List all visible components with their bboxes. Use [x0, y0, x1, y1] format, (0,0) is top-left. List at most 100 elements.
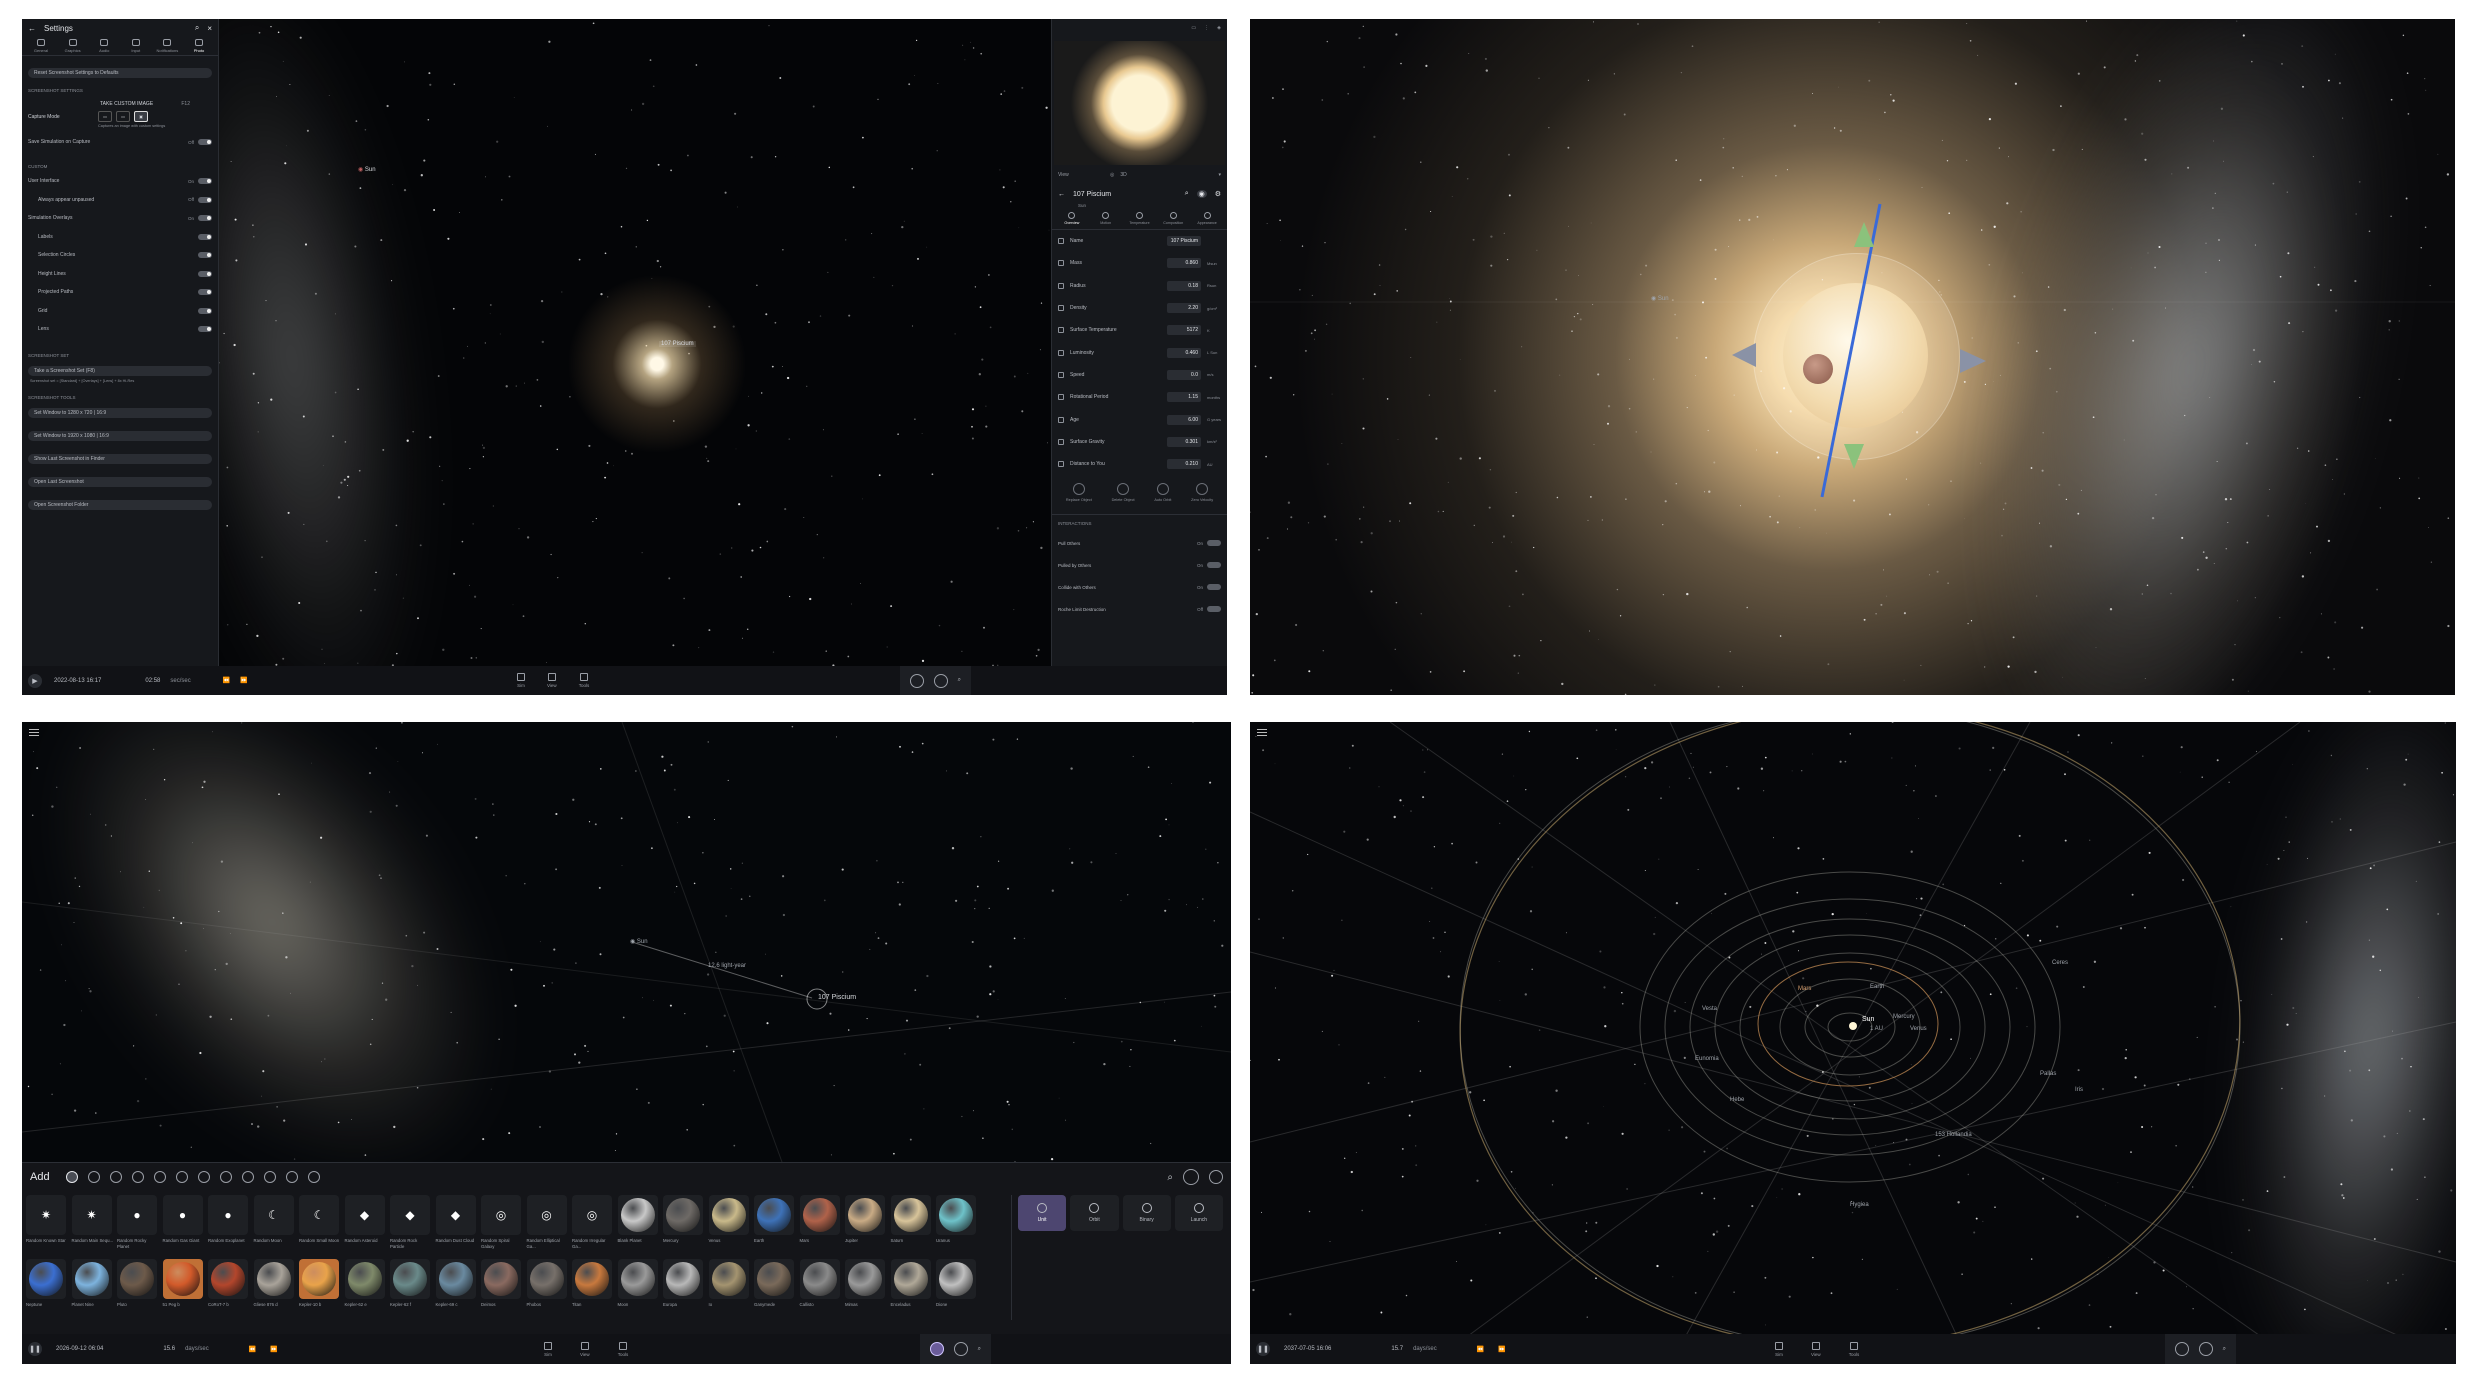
- pause-button[interactable]: ❚❚: [1256, 1342, 1270, 1356]
- menu-icon[interactable]: [29, 729, 39, 736]
- add-item[interactable]: CoRoT-7 b: [208, 1259, 250, 1321]
- add-item[interactable]: ✷ Random Known Star: [26, 1195, 68, 1257]
- gear-icon[interactable]: ⚙: [1215, 190, 1221, 198]
- interaction-row[interactable]: Pull Others On: [1052, 532, 1227, 554]
- label-mercury[interactable]: Mercury: [1893, 1014, 1915, 1020]
- settings-tab-0[interactable]: General: [26, 39, 56, 53]
- tool-button-tools[interactable]: Tools: [579, 673, 589, 688]
- add-mode-unit[interactable]: Unit: [1018, 1195, 1067, 1231]
- category-anchor-icon[interactable]: [307, 1171, 320, 1183]
- add-item[interactable]: Deimos: [481, 1259, 523, 1321]
- object-action-button[interactable]: Replace Object: [1066, 483, 1092, 502]
- custom-row[interactable]: Labels: [28, 228, 212, 247]
- add-item[interactable]: Titan: [572, 1259, 614, 1321]
- fast-forward-icon[interactable]: ⏩: [240, 677, 247, 684]
- custom-row-toggle[interactable]: [198, 233, 212, 240]
- custom-row[interactable]: Always appear unpaused Off: [28, 191, 212, 210]
- search-icon[interactable]: ⌕: [2223, 1346, 2226, 1353]
- star-glow[interactable]: [567, 274, 747, 454]
- capture-mode-screenshot[interactable]: ▭: [116, 111, 130, 122]
- custom-row-toggle[interactable]: [198, 289, 212, 296]
- property-value-field[interactable]: 0.18: [1167, 280, 1201, 291]
- property-value-field[interactable]: 0.860: [1167, 258, 1201, 269]
- label-ceres[interactable]: Ceres: [2052, 960, 2068, 966]
- custom-row[interactable]: Simulation Overlays On: [28, 209, 212, 228]
- add-item[interactable]: Earth: [754, 1195, 796, 1257]
- category-spacecraft-icon[interactable]: [241, 1171, 254, 1183]
- play-button[interactable]: ▶: [28, 673, 42, 688]
- add-item[interactable]: ◆ Random Rock Particle: [390, 1195, 432, 1257]
- object-action-button[interactable]: Zero Velocity: [1191, 483, 1213, 502]
- custom-row[interactable]: Lens: [28, 320, 212, 339]
- category-blackholes-icon[interactable]: [219, 1171, 232, 1183]
- tool-button-view[interactable]: View: [580, 1341, 590, 1357]
- sim-date[interactable]: 2026-09-12 06:04: [56, 1346, 103, 1352]
- label-sun[interactable]: ◉ Sun: [630, 938, 648, 945]
- layers-icon[interactable]: ◈: [1217, 25, 1221, 31]
- add-item[interactable]: Callisto: [799, 1259, 842, 1321]
- fast-forward-icon[interactable]: ⏩: [1498, 1346, 1505, 1353]
- property-value-field[interactable]: 6.00: [1167, 414, 1201, 425]
- object-tab-4[interactable]: Appearance: [1191, 212, 1223, 225]
- interaction-toggle[interactable]: [1207, 584, 1221, 591]
- settings-tab-2[interactable]: Audio: [89, 39, 119, 53]
- label-vesta[interactable]: Vesta: [1702, 1006, 1717, 1012]
- add-item[interactable]: Uranus: [936, 1195, 978, 1257]
- category-comets-icon[interactable]: [175, 1171, 188, 1183]
- pause-button[interactable]: ❚❚: [28, 1342, 42, 1356]
- add-item[interactable]: Saturn: [890, 1195, 933, 1257]
- category-asteroids-icon[interactable]: [153, 1171, 166, 1183]
- search-icon[interactable]: ⌕: [1185, 190, 1189, 198]
- object-tab-1[interactable]: Motion: [1090, 212, 1122, 225]
- object-action-button[interactable]: Delete Object: [1112, 483, 1135, 502]
- interaction-row[interactable]: Pulled by Others On: [1052, 554, 1227, 576]
- add-item[interactable]: Enceladus: [890, 1259, 933, 1321]
- interaction-row[interactable]: Roche Limit Destruction Off: [1052, 598, 1227, 620]
- add-item[interactable]: ☾ Random Moon: [253, 1195, 296, 1257]
- add-item[interactable]: Gliese 876 d: [253, 1259, 296, 1321]
- custom-row-toggle[interactable]: [198, 307, 212, 314]
- custom-row[interactable]: Selection Circles: [28, 246, 212, 265]
- add-mode-binary[interactable]: Binary: [1122, 1195, 1171, 1231]
- property-value-field[interactable]: 0.460: [1167, 347, 1201, 358]
- add-item[interactable]: ● Random Rocky Planet: [117, 1195, 159, 1257]
- capture-mode-custom[interactable]: ▣: [134, 111, 148, 122]
- category-galaxies-icon[interactable]: [197, 1171, 210, 1183]
- property-value-field[interactable]: 107 Piscium: [1167, 236, 1201, 247]
- tool-button-sim[interactable]: Sim: [517, 673, 525, 688]
- capture-mode-window[interactable]: ▭: [98, 111, 112, 122]
- property-value-field[interactable]: 1.15: [1167, 392, 1201, 403]
- add-item[interactable]: 51 Peg b: [162, 1259, 205, 1321]
- settings-tab-3[interactable]: Input: [121, 39, 151, 53]
- screenshot-tool-button[interactable]: Set Window to 1920 x 1080 | 16:9: [28, 430, 212, 441]
- save-simulation-row[interactable]: Save Simulation on Capture Off: [28, 134, 212, 150]
- interaction-toggle[interactable]: [1207, 562, 1221, 569]
- add-object-button[interactable]: [2174, 1342, 2189, 1356]
- screenshot-tool-button[interactable]: Set Window to 1280 x 720 | 16:9: [28, 407, 212, 418]
- settings-tab-5[interactable]: Photo: [184, 39, 214, 53]
- add-item[interactable]: Moon: [617, 1259, 660, 1321]
- property-value-field[interactable]: 2.20: [1167, 303, 1201, 314]
- label-star[interactable]: 107 Piscium: [818, 994, 856, 1001]
- interaction-toggle[interactable]: [1207, 540, 1221, 547]
- add-item[interactable]: Pluto: [117, 1259, 159, 1321]
- label-star[interactable]: 107 Piscium: [659, 341, 696, 347]
- add-item[interactable]: Mars: [799, 1195, 842, 1257]
- custom-row[interactable]: Grid: [28, 302, 212, 321]
- label-au[interactable]: 1 AU: [1870, 1026, 1883, 1032]
- rewind-icon[interactable]: ⏪: [249, 1346, 256, 1353]
- custom-row[interactable]: Projected Paths: [28, 283, 212, 302]
- property-value-field[interactable]: 0.210: [1167, 459, 1201, 470]
- custom-row-toggle[interactable]: [198, 252, 212, 259]
- add-item[interactable]: ◆ Random Dust Cloud: [435, 1195, 478, 1257]
- label-sun[interactable]: ◉ Sun: [358, 166, 376, 173]
- add-item[interactable]: ● Random Exoplanet: [208, 1195, 250, 1257]
- add-item[interactable]: ☾ Random Small Moon: [299, 1195, 341, 1257]
- orbit-camera-button[interactable]: [933, 673, 948, 688]
- search-icon[interactable]: ⌕: [958, 677, 961, 684]
- custom-row[interactable]: User Interface On: [28, 172, 212, 191]
- label-halley[interactable]: 153 Hollandia: [1935, 1132, 1972, 1138]
- category-people-icon[interactable]: [263, 1171, 276, 1183]
- sim-date[interactable]: 2022-08-13 16:17: [54, 678, 101, 684]
- take-screenshot-set-button[interactable]: Take a Screenshot Set (F8): [28, 365, 212, 376]
